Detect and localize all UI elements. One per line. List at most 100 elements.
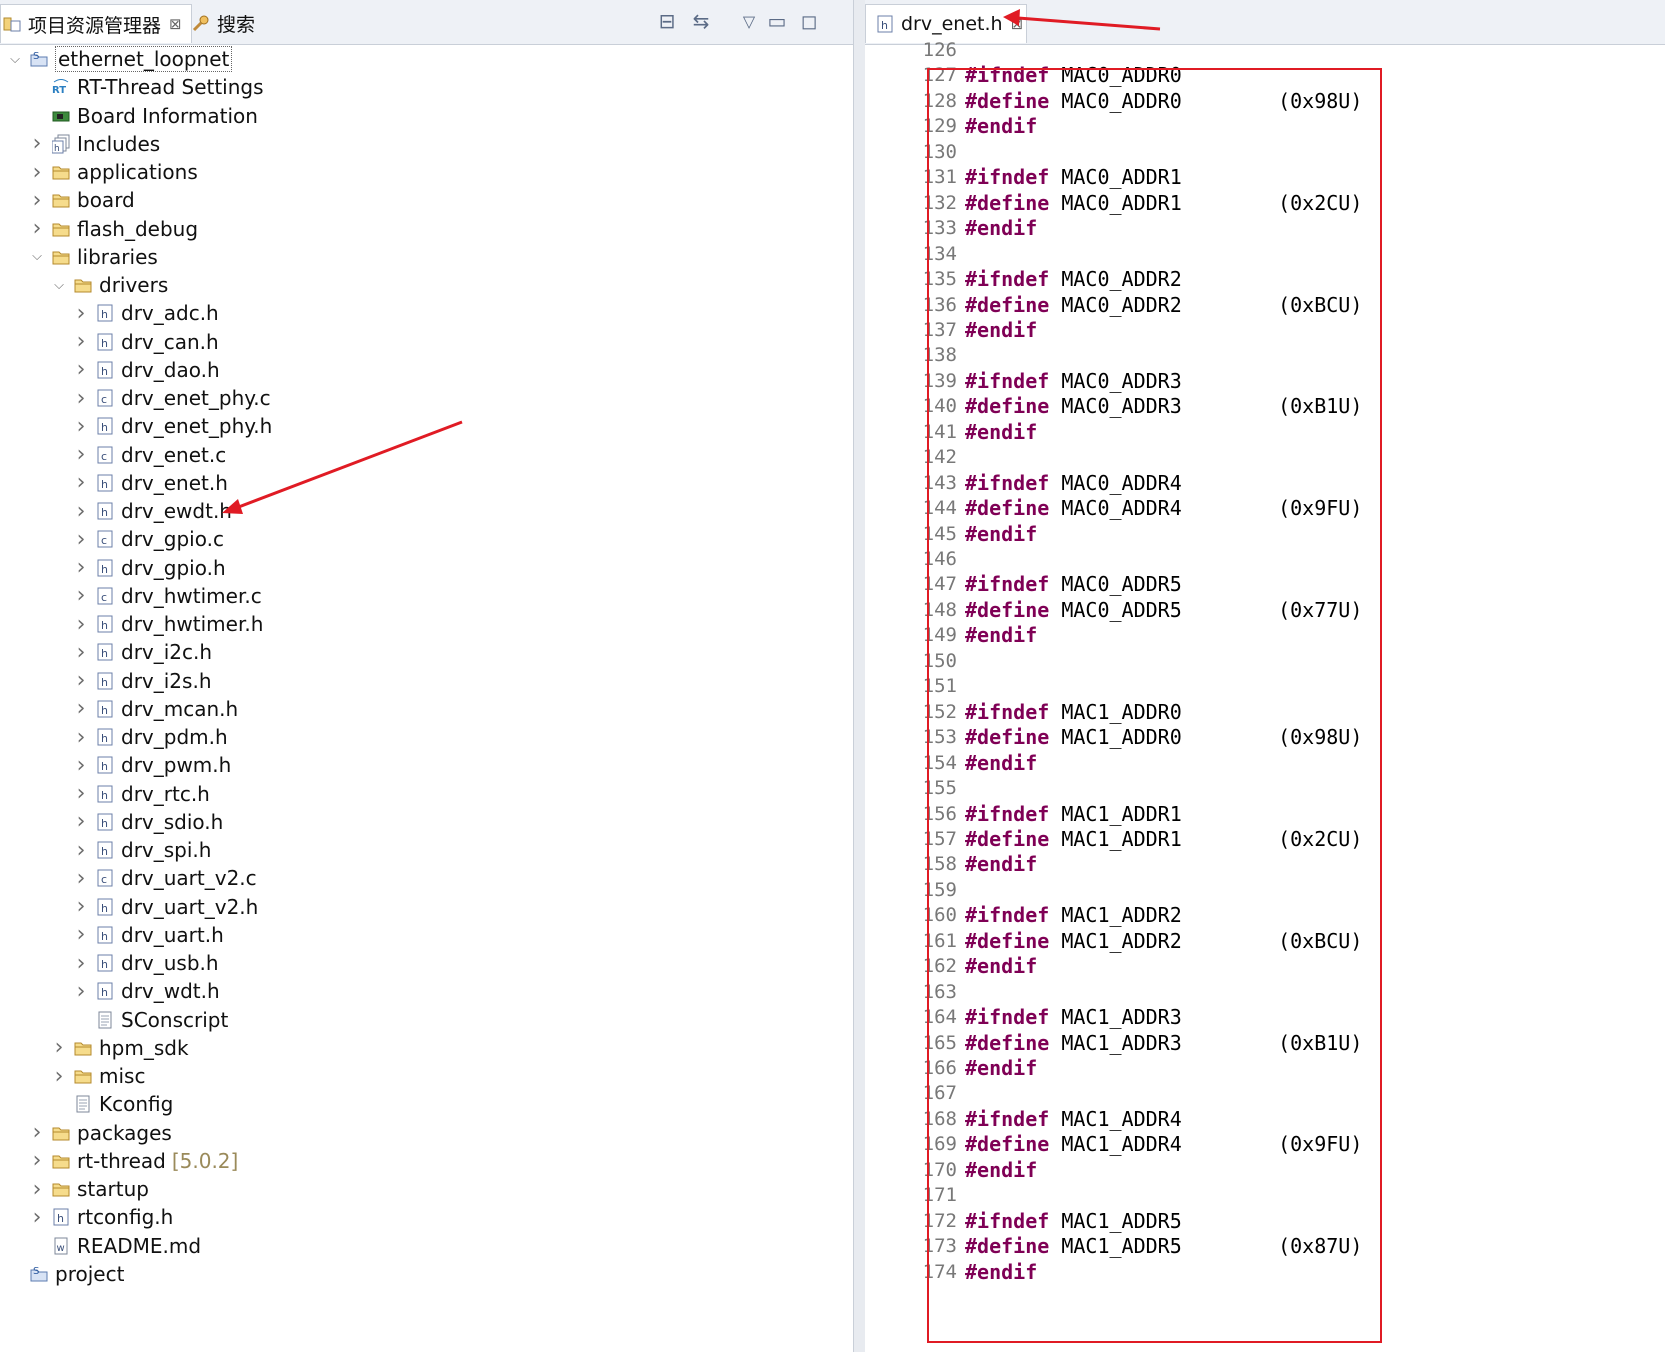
tree-item[interactable]: › h drv_ewdt.h bbox=[72, 496, 232, 526]
chevron-right-icon[interactable]: › bbox=[72, 779, 90, 809]
chevron-down-icon[interactable]: ⌵ bbox=[28, 242, 46, 272]
chevron-right-icon[interactable]: › bbox=[72, 666, 90, 696]
tree-item-label: drv_gpio.h bbox=[121, 555, 226, 580]
tree-item[interactable]: › c drv_uart_v2.c bbox=[72, 863, 257, 893]
chevron-right-icon[interactable]: › bbox=[72, 694, 90, 724]
view-menu-icon[interactable]: ▽ bbox=[736, 8, 762, 34]
chevron-right-icon[interactable]: › bbox=[72, 411, 90, 441]
chevron-right-icon[interactable]: › bbox=[72, 920, 90, 950]
chevron-down-icon[interactable]: ⌵ bbox=[6, 44, 24, 74]
chevron-right-icon[interactable]: › bbox=[72, 835, 90, 865]
tree-item[interactable]: › h drv_uart_v2.h bbox=[72, 892, 259, 922]
chevron-right-icon[interactable]: › bbox=[72, 355, 90, 385]
tree-item[interactable]: › c drv_enet_phy.c bbox=[72, 383, 271, 413]
tree-item[interactable]: › board bbox=[28, 185, 135, 215]
tree-item[interactable]: ›Kconfig bbox=[50, 1089, 173, 1119]
chevron-right-icon[interactable]: › bbox=[72, 948, 90, 978]
tree-item[interactable]: ⌵ Sethernet_loopnet bbox=[6, 44, 233, 74]
tree-item[interactable]: › h drv_adc.h bbox=[72, 298, 219, 328]
tree-item[interactable]: › h drv_enet.h bbox=[72, 468, 228, 498]
tree-item[interactable]: › rt-thread [5.0.2] bbox=[28, 1146, 239, 1176]
close-icon[interactable]: ⊠ bbox=[169, 15, 182, 33]
tree-item[interactable]: › misc bbox=[50, 1061, 146, 1091]
chevron-right-icon[interactable]: › bbox=[28, 157, 46, 187]
tree-item[interactable]: › h Includes bbox=[28, 129, 161, 159]
tree-item[interactable]: › h drv_i2c.h bbox=[72, 637, 212, 667]
svg-text:h: h bbox=[101, 308, 108, 321]
tree-item[interactable]: › h drv_usb.h bbox=[72, 948, 219, 978]
chevron-right-icon[interactable]: › bbox=[50, 1061, 68, 1091]
tree-item[interactable]: › h drv_pwm.h bbox=[72, 750, 232, 780]
tree-item[interactable]: › h drv_uart.h bbox=[72, 920, 224, 950]
tree-item[interactable]: › h drv_mcan.h bbox=[72, 694, 239, 724]
collapse-all-icon[interactable]: ⊟ bbox=[654, 8, 680, 34]
chevron-right-icon[interactable]: › bbox=[72, 553, 90, 583]
chevron-down-icon[interactable]: ⌵ bbox=[50, 270, 68, 300]
tree-item[interactable]: › h drv_pdm.h bbox=[72, 722, 228, 752]
tree-item[interactable]: ›SConscript bbox=[72, 1005, 228, 1035]
tree-item[interactable]: › h drv_gpio.h bbox=[72, 553, 226, 583]
text-file-icon bbox=[74, 1094, 92, 1114]
h-file-icon: h bbox=[52, 1207, 70, 1227]
chevron-right-icon[interactable]: › bbox=[28, 1174, 46, 1204]
chevron-right-icon[interactable]: › bbox=[72, 327, 90, 357]
tree-item[interactable]: › h rtconfig.h bbox=[28, 1202, 174, 1232]
chevron-right-icon[interactable]: › bbox=[72, 750, 90, 780]
tree-item[interactable]: › c drv_enet.c bbox=[72, 440, 227, 470]
chevron-right-icon[interactable]: › bbox=[72, 976, 90, 1006]
tree-item[interactable]: ⌵ drivers bbox=[50, 270, 168, 300]
chevron-right-icon[interactable]: › bbox=[28, 1202, 46, 1232]
chevron-right-icon[interactable]: › bbox=[72, 807, 90, 837]
code-editor[interactable]: 126 127 #ifndef MAC0_ADDR0 128 #define MAC0_… bbox=[865, 39, 1665, 1352]
line-number: 171 bbox=[922, 1184, 957, 1207]
line-number: 172 bbox=[922, 1209, 957, 1232]
tree-item[interactable]: › h drv_dao.h bbox=[72, 355, 220, 385]
tree-item[interactable]: ›wREADME.md bbox=[28, 1231, 201, 1261]
close-icon[interactable]: ⊠ bbox=[1011, 15, 1024, 33]
tree-item[interactable]: › c drv_hwtimer.c bbox=[72, 581, 262, 611]
tab-search[interactable]: 搜索 bbox=[192, 4, 272, 42]
chevron-right-icon[interactable]: › bbox=[72, 383, 90, 413]
tree-item[interactable]: ⌵ libraries bbox=[28, 242, 158, 272]
tree-item[interactable]: › applications bbox=[28, 157, 198, 187]
tree-item[interactable]: › packages bbox=[28, 1118, 172, 1148]
chevron-right-icon[interactable]: › bbox=[28, 214, 46, 244]
line-number: 174 bbox=[922, 1260, 957, 1283]
tree-item[interactable]: › h drv_sdio.h bbox=[72, 807, 224, 837]
tree-item[interactable]: ›RTRT-Thread Settings bbox=[28, 72, 264, 102]
chevron-right-icon[interactable]: › bbox=[72, 722, 90, 752]
tree-item[interactable]: › h drv_i2s.h bbox=[72, 666, 212, 696]
tree-item[interactable]: › flash_debug bbox=[28, 214, 198, 244]
chevron-right-icon[interactable]: › bbox=[28, 185, 46, 215]
chevron-right-icon[interactable]: › bbox=[28, 129, 46, 159]
link-with-editor-icon[interactable]: ⇆ bbox=[688, 8, 714, 34]
chevron-right-icon[interactable]: › bbox=[28, 1146, 46, 1176]
tree-item[interactable]: › h drv_can.h bbox=[72, 327, 219, 357]
chevron-right-icon[interactable]: › bbox=[72, 298, 90, 328]
tree-item[interactable]: › h drv_spi.h bbox=[72, 835, 212, 865]
tree-item[interactable]: ›Board Information bbox=[28, 101, 258, 131]
minimize-icon[interactable]: ▭ bbox=[764, 8, 790, 34]
svg-text:h: h bbox=[101, 506, 108, 519]
chevron-right-icon[interactable]: › bbox=[72, 637, 90, 667]
tree-item[interactable]: › startup bbox=[28, 1174, 149, 1204]
tree-item[interactable]: › h drv_hwtimer.h bbox=[72, 609, 264, 639]
tree-item[interactable]: › h drv_wdt.h bbox=[72, 976, 220, 1006]
chevron-right-icon[interactable]: › bbox=[72, 863, 90, 893]
tree-item[interactable]: › c drv_gpio.c bbox=[72, 524, 224, 554]
tab-project-explorer[interactable]: 项目资源管理器 ⊠ bbox=[0, 4, 192, 43]
tree-item[interactable]: ›Sproject bbox=[6, 1259, 124, 1289]
maximize-icon[interactable]: ◻ bbox=[796, 8, 822, 34]
chevron-right-icon[interactable]: › bbox=[50, 1033, 68, 1063]
chevron-right-icon[interactable]: › bbox=[28, 1118, 46, 1148]
chevron-right-icon[interactable]: › bbox=[72, 468, 90, 498]
chevron-right-icon[interactable]: › bbox=[72, 609, 90, 639]
chevron-right-icon[interactable]: › bbox=[72, 581, 90, 611]
chevron-right-icon[interactable]: › bbox=[72, 892, 90, 922]
chevron-right-icon[interactable]: › bbox=[72, 496, 90, 526]
tree-item[interactable]: › hpm_sdk bbox=[50, 1033, 189, 1063]
chevron-right-icon[interactable]: › bbox=[72, 440, 90, 470]
tree-item[interactable]: › h drv_rtc.h bbox=[72, 779, 210, 809]
tree-item[interactable]: › h drv_enet_phy.h bbox=[72, 411, 273, 441]
chevron-right-icon[interactable]: › bbox=[72, 524, 90, 554]
